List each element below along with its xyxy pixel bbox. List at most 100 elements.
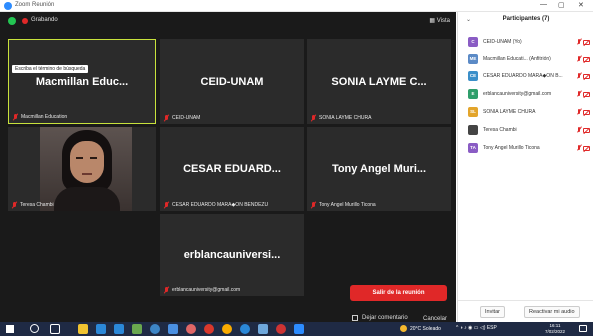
mic-muted-icon: [13, 114, 18, 120]
grid-icon: ▦: [429, 18, 437, 24]
zoom-logo-icon: [4, 2, 12, 10]
tile-name: CESAR EDUARD...: [183, 163, 281, 175]
taskbar: 20°C Soleado ^ ◑ ♪ ◉ ▭ ◁) ESP 16:11 7/02/…: [0, 322, 593, 336]
search-icon[interactable]: [30, 324, 39, 333]
mail-icon[interactable]: [114, 324, 124, 334]
participant-row[interactable]: ME Macmillan Educati... (Anfitrión): [468, 53, 590, 65]
sun-icon: [400, 325, 407, 332]
chrome-icon[interactable]: [204, 324, 214, 334]
weather-widget[interactable]: 20°C Soleado: [400, 325, 441, 332]
participant-name: erblancauniversity@gmail.com: [483, 91, 552, 97]
edge-icon[interactable]: [240, 324, 250, 334]
tray-icons[interactable]: ^ ◑ ♪ ◉ ▭ ◁): [456, 325, 487, 331]
mic-muted-icon: [311, 202, 316, 208]
video-off-icon[interactable]: [583, 145, 590, 151]
recording-label: Grabando: [31, 17, 58, 23]
tile-footer-name: Macmillan Education: [21, 114, 68, 120]
zoom-taskbar-icon[interactable]: [294, 324, 304, 334]
mic-muted-icon: [311, 115, 316, 121]
app-icon[interactable]: [96, 324, 106, 334]
task-view-icon[interactable]: [50, 324, 60, 334]
unmute-button[interactable]: Reactivar mi audio: [524, 306, 580, 318]
video-tile-sonia[interactable]: SONIA LAYME C... SONIA LAYME CHURA: [307, 39, 451, 124]
video-off-icon[interactable]: [583, 39, 590, 45]
app-icon[interactable]: [132, 324, 142, 334]
avatar: CE: [468, 71, 478, 81]
video-off-icon[interactable]: [583, 73, 590, 79]
mic-muted-icon[interactable]: [577, 127, 581, 133]
mic-muted-icon[interactable]: [577, 145, 581, 151]
windows-start-icon[interactable]: [5, 324, 15, 334]
app-icon[interactable]: [258, 324, 268, 334]
participant-row[interactable]: E erblancauniversity@gmail.com: [468, 88, 590, 100]
video-off-icon[interactable]: [583, 91, 590, 97]
view-button[interactable]: ▦ Vista: [429, 17, 450, 24]
notifications-icon[interactable]: [579, 325, 587, 332]
tile-name: Macmillan Educ...: [35, 75, 129, 88]
participant-row[interactable]: Teresa Chambi: [468, 124, 590, 136]
participant-row[interactable]: C CEID-UNAM (Yo): [468, 36, 590, 48]
opera-icon[interactable]: [186, 324, 196, 334]
tile-footer: CEID-UNAM: [164, 115, 200, 121]
feedback-checkbox[interactable]: Dejar comentario: [352, 315, 408, 321]
tile-name: CEID-UNAM: [200, 75, 264, 88]
video-tile-teresa[interactable]: Teresa Chambi: [8, 127, 156, 211]
tile-footer-name: CESAR EDUARDO MARA◆ON BENDEZU: [172, 202, 269, 208]
shield-icon[interactable]: [8, 17, 16, 25]
participant-row[interactable]: TA Tony Angel Murillo Ticona: [468, 142, 590, 154]
tile-footer: SONIA LAYME CHURA: [311, 115, 371, 121]
app-icon[interactable]: [222, 324, 232, 334]
mic-muted-icon: [12, 202, 17, 208]
minimize-button[interactable]: —: [540, 1, 547, 8]
video-tile-erblanca[interactable]: erblancauniversi... erblancauniversity@g…: [160, 214, 304, 296]
meeting-top-bar: Grabando ▦ Vista: [0, 12, 456, 30]
video-off-icon[interactable]: [583, 56, 590, 62]
clock-date: 7/02/2022: [545, 329, 566, 334]
leave-meeting-button[interactable]: Salir de la reunión: [350, 285, 447, 301]
participant-row[interactable]: CE CESAR EDUARDO MARA◆ON B...: [468, 70, 590, 82]
view-label: Vista: [436, 18, 450, 24]
meeting-area: Grabando ▦ Vista Escriba el término de b…: [0, 12, 456, 322]
avatar: ME: [468, 54, 478, 64]
checkbox-icon[interactable]: [352, 315, 358, 321]
participant-name: Teresa Chambi: [483, 127, 517, 133]
video-tile-cesar[interactable]: CESAR EDUARD... CESAR EDUARDO MARA◆ON BE…: [160, 127, 304, 211]
participant-name: CESAR EDUARDO MARA◆ON B...: [483, 73, 563, 79]
tile-name: SONIA LAYME C...: [331, 75, 427, 88]
close-button[interactable]: ✕: [578, 1, 584, 9]
video-tile-ceid[interactable]: CEID-UNAM CEID-UNAM: [160, 39, 304, 124]
avatar-photo: [468, 125, 478, 135]
tile-footer: Tony Angel Murillo Ticona: [311, 202, 376, 208]
mic-muted-icon[interactable]: [577, 56, 581, 62]
file-explorer-icon[interactable]: [78, 324, 88, 334]
mic-muted-icon[interactable]: [577, 109, 581, 115]
video-tile-tony[interactable]: Tony Angel Muri... Tony Angel Murillo Ti…: [307, 127, 451, 211]
tile-name: Tony Angel Muri...: [331, 163, 427, 175]
app-icon[interactable]: [276, 324, 286, 334]
participant-row[interactable]: SL SONIA LAYME CHURA: [468, 106, 590, 118]
app-icon[interactable]: [168, 324, 178, 334]
video-tile-macmillan[interactable]: Escriba el término de búsqueda Macmillan…: [8, 39, 156, 124]
mic-muted-icon: [164, 202, 169, 208]
tile-name: erblancauniversi...: [183, 249, 281, 261]
feedback-label: Dejar comentario: [362, 315, 408, 321]
tile-footer-name: Teresa Chambi: [20, 202, 54, 208]
mic-muted-icon[interactable]: [577, 91, 581, 97]
maximize-button[interactable]: ▢: [558, 1, 565, 9]
mic-muted-icon[interactable]: [577, 39, 581, 45]
search-tooltip: Escriba el término de búsqueda: [12, 65, 89, 73]
avatar: E: [468, 89, 478, 99]
video-off-icon[interactable]: [583, 127, 590, 133]
tile-footer: CESAR EDUARDO MARA◆ON BENDEZU: [164, 202, 268, 208]
clock[interactable]: 16:11 7/02/2022: [545, 323, 565, 335]
participant-name: SONIA LAYME CHURA: [483, 109, 536, 115]
video-off-icon[interactable]: [583, 109, 590, 115]
app-icon[interactable]: [150, 324, 160, 334]
language-indicator[interactable]: ESP: [487, 325, 497, 331]
invite-button[interactable]: Invitar: [480, 306, 505, 318]
mic-muted-icon: [164, 115, 169, 121]
mic-muted-icon[interactable]: [577, 73, 581, 79]
participants-header: Participantes (7): [502, 16, 550, 22]
system-tray[interactable]: ^ ◑ ♪ ◉ ▭ ◁) ESP: [456, 325, 497, 331]
tile-footer: Macmillan Education: [13, 114, 67, 120]
